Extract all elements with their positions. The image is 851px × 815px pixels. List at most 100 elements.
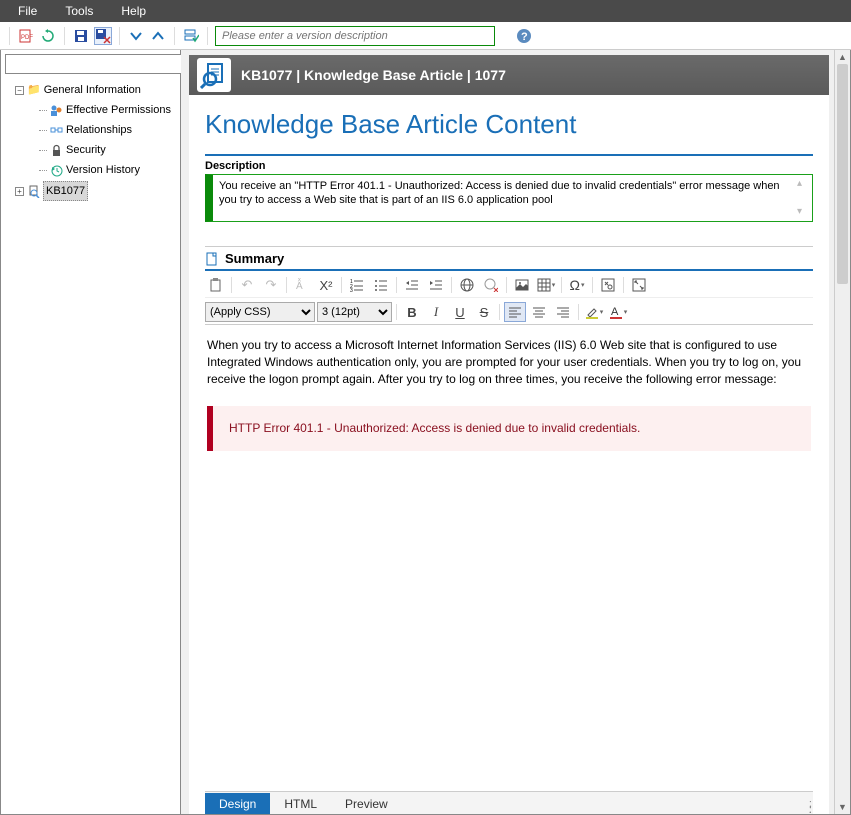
toolbar-separator [451,277,452,293]
tree-search-input[interactable] [5,54,188,74]
redo-icon[interactable]: ↷ [260,275,282,295]
svg-text:PDF: PDF [21,35,33,41]
toolbar-separator [341,277,342,293]
highlight-color-icon[interactable] [583,302,605,322]
help-icon[interactable]: ? [515,27,533,45]
table-icon[interactable] [535,275,557,295]
tree-label: Version History [66,161,140,179]
toolbar-separator [9,27,10,45]
vertical-scrollbar[interactable]: ▲ ▼ [834,50,850,814]
main-area: Find − 📁 General Information Effective P… [0,50,851,815]
collapse-icon[interactable]: − [15,86,24,95]
hyperlink-icon[interactable] [456,275,478,295]
bold-icon[interactable]: B [401,302,423,322]
refresh-icon[interactable] [39,27,57,45]
symbol-icon[interactable]: Ω [566,275,588,295]
paste-icon[interactable] [205,275,227,295]
font-color-icon[interactable]: A [607,302,629,322]
divider [205,154,813,156]
menu-help[interactable]: Help [107,2,160,20]
clear-format-icon[interactable]: Aͯ [291,275,313,295]
tree-item-effective-permissions[interactable]: Effective Permissions [3,100,178,120]
toolbar-separator [578,304,579,320]
permissions-icon [50,104,63,117]
tree-item-version-history[interactable]: Version History [3,160,178,180]
tab-preview[interactable]: Preview [331,793,402,815]
tree-label: Effective Permissions [66,101,171,119]
align-right-icon[interactable] [552,302,574,322]
font-size-select[interactable]: 3 (12pt) [317,302,392,322]
outdent-icon[interactable] [401,275,423,295]
expand-icon[interactable]: + [15,187,24,196]
section-heading: Knowledge Base Article Content [205,109,813,140]
scroll-down-icon[interactable]: ▼ [835,800,850,814]
save-icon[interactable] [72,27,90,45]
toolbar-separator [231,277,232,293]
tab-design[interactable]: Design [205,793,270,815]
checklist-icon[interactable] [182,27,200,45]
strikethrough-icon[interactable]: S [473,302,495,322]
tree-label: Security [66,141,106,159]
description-textarea[interactable]: You receive an "HTTP Error 401.1 - Unaut… [205,174,813,222]
tree-label: General Information [44,81,141,99]
version-description-input[interactable] [215,26,495,46]
page-title: KB1077 | Knowledge Base Article | 1077 [241,67,506,83]
tree-connector [39,110,47,111]
svg-text:A: A [611,306,619,318]
tree-label: Relationships [66,121,132,139]
toolbar-separator [592,277,593,293]
css-class-select[interactable]: (Apply CSS) [205,302,315,322]
tree-item-relationships[interactable]: Relationships [3,120,178,140]
tree-root-general-info[interactable]: − 📁 General Information [3,80,178,100]
unordered-list-icon[interactable] [370,275,392,295]
nav-tree: − 📁 General Information Effective Permis… [1,78,180,204]
document-icon [205,252,219,266]
align-left-icon[interactable] [504,302,526,322]
toolbar-separator [499,304,500,320]
collapse-up-icon[interactable] [149,27,167,45]
indent-icon[interactable] [425,275,447,295]
search-doc-icon [27,185,40,198]
save-close-icon[interactable] [94,27,112,45]
menu-bar: File Tools Help [0,0,851,22]
error-callout: HTTP Error 401.1 - Unauthorized: Access … [207,406,811,451]
svg-text:3: 3 [350,288,353,292]
app-toolbar: PDF ? [0,22,851,50]
toolbar-separator [506,277,507,293]
tree-item-kb1077[interactable]: + KB1077 [3,180,178,202]
editor-toolbar-row1: ↶ ↷ Aͯ X² 123 [205,271,813,297]
fullscreen-icon[interactable] [628,275,650,295]
tree-item-security[interactable]: Security [3,140,178,160]
superscript-icon[interactable]: X² [315,275,337,295]
menu-tools[interactable]: Tools [51,2,107,20]
undo-icon[interactable]: ↶ [236,275,258,295]
scroll-up-icon[interactable]: ▲ [835,50,850,64]
folder-icon: 📁 [27,81,41,99]
editor-toolbar-row2: (Apply CSS) 3 (12pt) B I U S A [205,297,813,324]
toolbar-separator [174,27,175,45]
description-label: Description [205,160,813,172]
underline-icon[interactable]: U [449,302,471,322]
image-icon[interactable] [511,275,533,295]
find-replace-icon[interactable] [597,275,619,295]
align-center-icon[interactable] [528,302,550,322]
expand-down-icon[interactable] [127,27,145,45]
pdf-export-icon[interactable]: PDF [17,27,35,45]
scrollbar-thumb[interactable] [837,64,848,284]
tab-html[interactable]: HTML [270,793,331,815]
toolbar-separator [396,304,397,320]
editor-content[interactable]: When you try to access a Microsoft Inter… [205,324,813,791]
remove-link-icon[interactable] [480,275,502,295]
kb-article-icon [197,58,231,92]
svg-text:Aͯ: Aͯ [296,278,303,292]
content-pane: KB1077 | Knowledge Base Article | 1077 K… [181,50,850,814]
menu-file[interactable]: File [4,2,51,20]
ordered-list-icon[interactable]: 123 [346,275,368,295]
summary-label: Summary [225,251,284,266]
toolbar-separator [207,27,208,45]
toolbar-separator [119,27,120,45]
tree-connector [39,130,47,131]
editor-paragraph: When you try to access a Microsoft Inter… [207,337,811,388]
textarea-spinner[interactable]: ▴▾ [797,177,809,219]
italic-icon[interactable]: I [425,302,447,322]
